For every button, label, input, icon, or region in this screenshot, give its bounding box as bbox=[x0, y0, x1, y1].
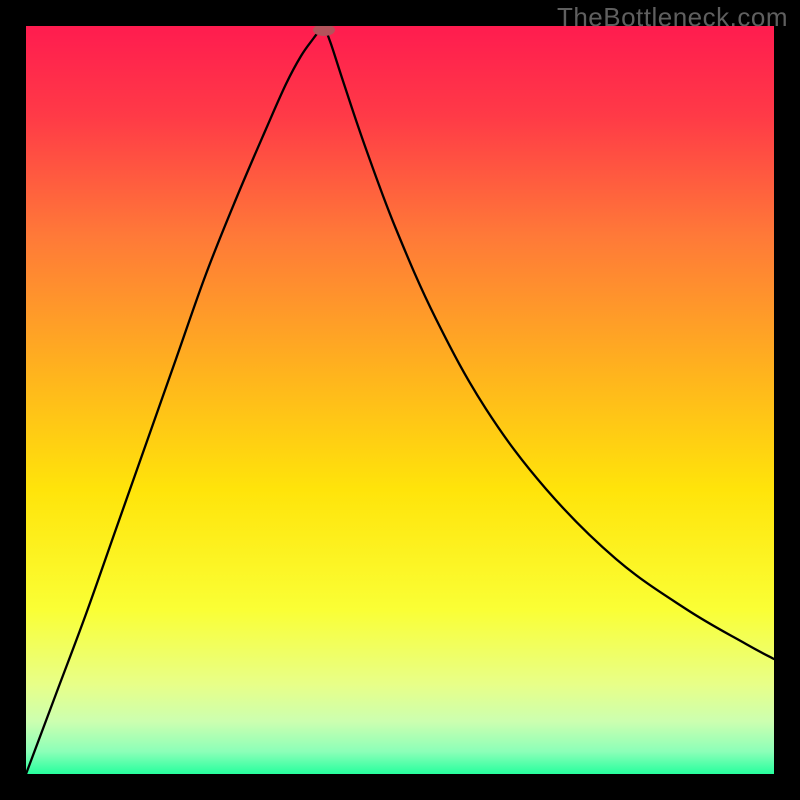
watermark-text: TheBottleneck.com bbox=[557, 2, 788, 33]
chart-frame bbox=[0, 0, 800, 800]
